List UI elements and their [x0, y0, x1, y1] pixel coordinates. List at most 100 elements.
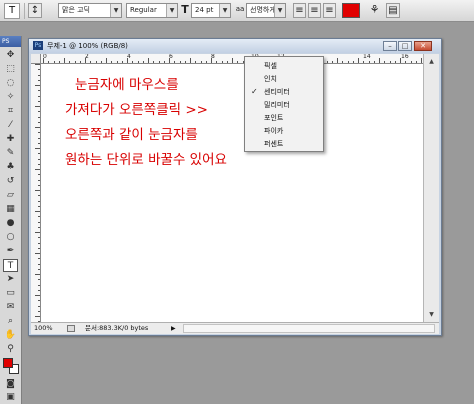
warp-text-icon[interactable]: ⚘ — [368, 3, 381, 18]
clone-stamp-tool-icon[interactable]: ♣ — [3, 161, 18, 174]
align-center-button[interactable]: ≡ — [308, 3, 321, 18]
menu-item-inches[interactable]: 인치 — [245, 73, 323, 85]
crop-tool-icon[interactable]: ⌗ — [3, 105, 18, 118]
menu-item-points[interactable]: 포인트 — [245, 112, 323, 124]
path-selection-tool-icon[interactable]: ➤ — [3, 273, 18, 286]
marquee-tool-icon[interactable]: ⬚ — [3, 63, 18, 76]
healing-brush-tool-icon[interactable]: ✚ — [3, 133, 18, 146]
chevron-down-icon: ▼ — [110, 4, 121, 17]
status-menu-arrow-icon[interactable]: ▶ — [171, 323, 176, 334]
ruler-units-context-menu: 픽셀 인치 ✓ 센티미터 밀리미터 포인트 파이카 퍼센트 — [244, 56, 324, 152]
ruler-tick — [326, 61, 328, 63]
ruler-tick — [38, 79, 40, 81]
scroll-down-icon[interactable]: ▼ — [426, 309, 437, 320]
hand-tool-icon[interactable]: ✋ — [3, 329, 18, 342]
minimize-button[interactable]: – — [383, 41, 397, 51]
ruler-tick — [38, 153, 40, 155]
text-orientation-icon[interactable]: ↕ — [28, 3, 42, 18]
status-bar: 100% 문서:883.3K/0 bytes ▶ — [31, 322, 439, 334]
ruler-tick — [106, 58, 107, 63]
ruler-origin[interactable] — [31, 54, 41, 64]
ruler-tick — [38, 205, 40, 207]
menu-item-label: 파이카 — [264, 127, 284, 135]
ruler-tick — [373, 61, 375, 63]
screen-mode-icon[interactable]: ▣ — [3, 391, 18, 404]
ruler-tick — [148, 58, 149, 63]
maximize-button[interactable]: □ — [398, 41, 412, 51]
ruler-tick — [38, 242, 40, 244]
shape-tool-icon[interactable]: ▭ — [3, 287, 18, 300]
type-tool-icon[interactable]: T — [3, 259, 18, 272]
eyedropper-sample-tool-icon[interactable]: ⌕ — [3, 315, 18, 328]
zoom-level[interactable]: 100% — [34, 323, 53, 334]
type-tool-icon[interactable]: T — [4, 3, 20, 19]
foreground-color-swatch[interactable] — [3, 358, 13, 368]
eyedropper-tool-icon[interactable]: ⁄ — [3, 119, 18, 132]
font-style-dropdown[interactable]: Regular ▼ — [126, 3, 178, 18]
menu-item-label: 밀리미터 — [264, 101, 290, 109]
gradient-tool-icon[interactable]: ▦ — [3, 203, 18, 216]
ruler-number: 16 — [401, 54, 409, 60]
ruler-tick — [237, 61, 239, 63]
status-info-icon[interactable] — [67, 325, 75, 332]
align-left-button[interactable]: ≡ — [293, 3, 306, 18]
font-style-value: Regular — [130, 6, 157, 14]
ruler-tick — [38, 179, 40, 181]
close-button[interactable]: ✕ — [414, 41, 432, 51]
blur-tool-icon[interactable]: ● — [3, 217, 18, 230]
menu-item-centimeters[interactable]: ✓ 센티미터 — [245, 86, 323, 98]
antialias-dropdown[interactable]: 선명하게 ▼ — [246, 3, 286, 18]
canvas-text-line: 눈금자에 마우스를 — [75, 77, 179, 93]
font-family-value: 맑은 고딕 — [62, 6, 90, 14]
horizontal-ruler[interactable]: 0 2 4 6 8 10 12 14 16 — [41, 54, 423, 64]
horizontal-scrollbar[interactable] — [183, 324, 435, 333]
ruler-tick — [58, 61, 60, 63]
move-tool-icon[interactable]: ✥ — [3, 49, 18, 62]
ruler-tick — [38, 95, 40, 97]
lasso-tool-icon[interactable]: ◌ — [3, 77, 18, 90]
ruler-tick — [342, 61, 344, 63]
font-size-dropdown[interactable]: 24 pt ▼ — [191, 3, 231, 18]
character-panel-button[interactable]: ▤ — [386, 3, 400, 18]
eraser-tool-icon[interactable]: ▱ — [3, 189, 18, 202]
ruler-tick — [195, 61, 197, 63]
ruler-tick — [38, 221, 40, 223]
notes-tool-icon[interactable]: ✉ — [3, 301, 18, 314]
brush-tool-icon[interactable]: ✎ — [3, 147, 18, 160]
ruler-tick — [421, 58, 422, 63]
history-brush-tool-icon[interactable]: ↺ — [3, 175, 18, 188]
ruler-tick — [137, 61, 139, 63]
text-color-swatch[interactable] — [342, 3, 360, 18]
ruler-tick — [38, 310, 40, 312]
ruler-tick — [337, 58, 338, 63]
quick-mask-icon[interactable]: ◙ — [3, 378, 18, 391]
align-right-button[interactable]: ≡ — [323, 3, 336, 18]
ruler-tick — [38, 121, 40, 123]
magic-wand-tool-icon[interactable]: ✧ — [3, 91, 18, 104]
document-titlebar[interactable]: Ps 무제-1 @ 100% (RGB/8) – □ ✕ — [29, 39, 441, 53]
zoom-tool-icon[interactable]: ⚲ — [3, 343, 18, 356]
image-canvas[interactable]: 눈금자에 마우스를 가져다가 오른쪽클릭 >> 오른쪽과 같이 눈금자를 원하는… — [41, 64, 423, 322]
font-family-dropdown[interactable]: 맑은 고딕 ▼ — [58, 3, 122, 18]
ruler-tick — [179, 61, 181, 63]
dodge-tool-icon[interactable]: ○ — [3, 231, 18, 244]
ruler-tick — [38, 279, 40, 281]
scroll-up-icon[interactable]: ▲ — [426, 56, 437, 67]
ruler-tick — [100, 61, 102, 63]
document-info: 문서:883.3K/0 bytes — [85, 324, 149, 332]
ruler-tick — [38, 74, 40, 76]
menu-item-label: 픽셀 — [264, 62, 277, 70]
menu-item-picas[interactable]: 파이카 — [245, 125, 323, 137]
menu-item-pixels[interactable]: 픽셀 — [245, 60, 323, 72]
menu-item-label: 포인트 — [264, 114, 284, 122]
vertical-scrollbar[interactable]: ▲ ▼ — [423, 54, 439, 322]
ruler-tick — [38, 100, 40, 102]
ruler-tick — [38, 142, 40, 144]
menu-item-millimeters[interactable]: 밀리미터 — [245, 99, 323, 111]
ruler-number: 14 — [363, 54, 371, 60]
ruler-tick — [389, 61, 391, 63]
pen-tool-icon[interactable]: ✒ — [3, 245, 18, 258]
vertical-ruler[interactable] — [31, 64, 41, 323]
menu-item-percent[interactable]: 퍼센트 — [245, 138, 323, 150]
ruler-tick — [38, 69, 40, 71]
